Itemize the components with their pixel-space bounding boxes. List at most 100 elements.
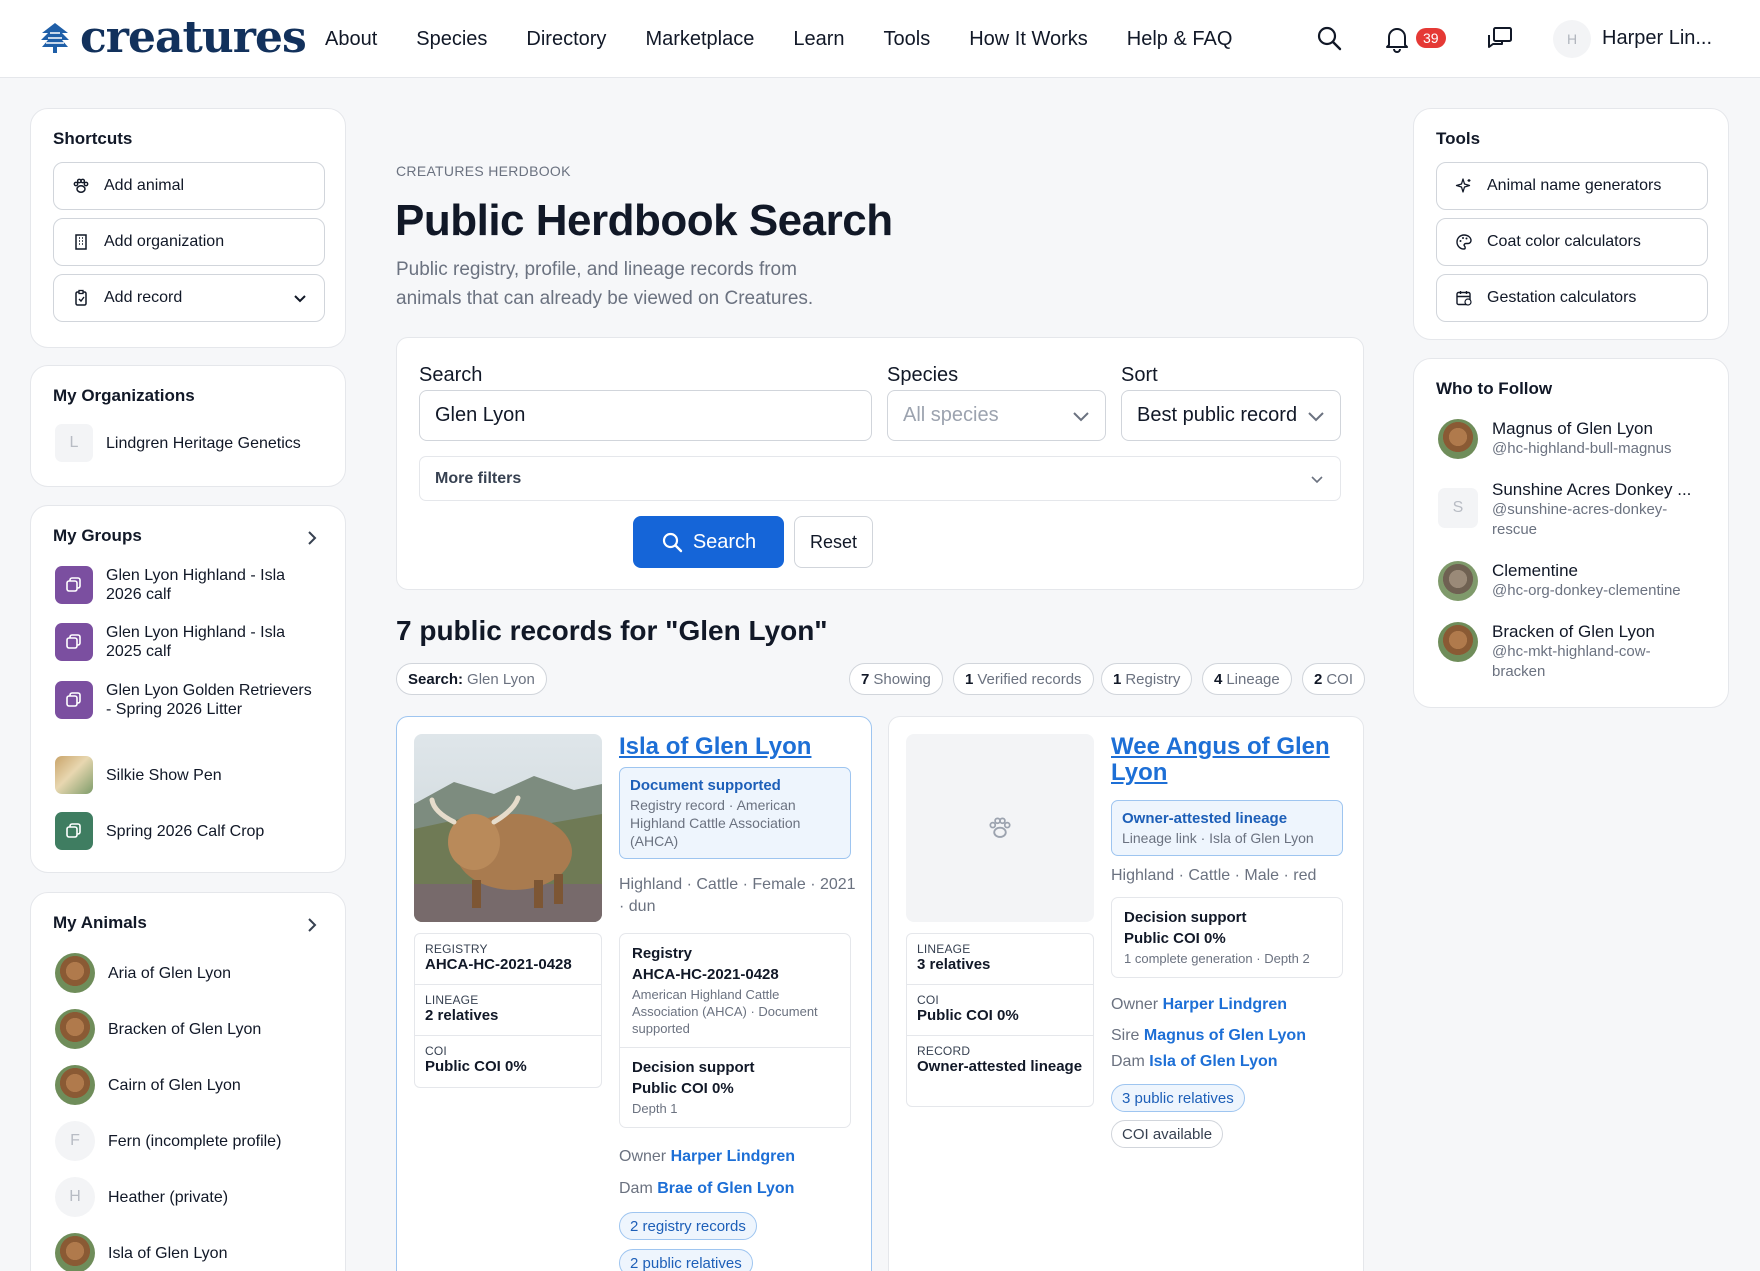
results-heading: 7 public records for "Glen Lyon" bbox=[396, 615, 828, 646]
registry-heading: Registry bbox=[632, 945, 693, 962]
kv-label: COI bbox=[917, 993, 939, 1007]
chevron-right-icon[interactable] bbox=[305, 917, 319, 933]
add-record-button[interactable]: Add record bbox=[53, 274, 325, 322]
record-title-link[interactable]: Wee Angus of Glen Lyon bbox=[1111, 734, 1351, 786]
nav-species[interactable]: Species bbox=[416, 28, 487, 51]
query-chip-label: Search: bbox=[408, 670, 464, 688]
animal-item[interactable]: Cairn of Glen Lyon bbox=[55, 1065, 318, 1105]
animal-item[interactable]: Isla of Glen Lyon bbox=[55, 1233, 318, 1271]
animal-item[interactable]: F Fern (incomplete profile) bbox=[55, 1121, 318, 1161]
kv-value: Owner-attested lineage bbox=[917, 1058, 1083, 1075]
animal-photo[interactable] bbox=[414, 734, 602, 922]
decision-value: Public COI 0% bbox=[1124, 930, 1226, 947]
reset-button[interactable]: Reset bbox=[794, 516, 873, 568]
brand-name: creatures bbox=[80, 12, 307, 63]
kv-value: Public COI 0% bbox=[425, 1058, 527, 1075]
groups-card: My Groups Glen Lyon Highland - Isla 2026… bbox=[30, 505, 346, 873]
creatures-logo-icon bbox=[41, 23, 69, 53]
nav-directory[interactable]: Directory bbox=[526, 28, 606, 51]
follow-avatar bbox=[1438, 419, 1478, 459]
kv-lineage: LINEAGE 3 relatives bbox=[907, 934, 1093, 985]
search-icon[interactable] bbox=[1316, 25, 1342, 51]
chevron-down-icon bbox=[1308, 412, 1324, 422]
animal-avatar bbox=[55, 953, 95, 993]
add-organization-button[interactable]: Add organization bbox=[53, 218, 325, 266]
registry-records-pill[interactable]: 2 registry records bbox=[619, 1212, 757, 1240]
follow-item[interactable]: Clementine @hc-org-donkey-clementine bbox=[1438, 561, 1692, 601]
follow-item[interactable]: Magnus of Glen Lyon @hc-highland-bull-ma… bbox=[1438, 419, 1692, 459]
user-name[interactable]: Harper Lin... bbox=[1602, 27, 1712, 50]
nav-how-it-works[interactable]: How It Works bbox=[969, 28, 1088, 51]
sire-link[interactable]: Magnus of Glen Lyon bbox=[1144, 1027, 1306, 1044]
brand-logo[interactable]: creatures bbox=[38, 12, 307, 63]
group-copy-icon bbox=[55, 681, 93, 719]
gestation-calculators-button[interactable]: Gestation calculators bbox=[1436, 274, 1708, 322]
sire-line: Sire Magnus of Glen Lyon bbox=[1111, 1027, 1306, 1045]
badge-title: Document supported bbox=[630, 777, 781, 794]
species-select[interactable]: All species bbox=[887, 390, 1106, 441]
group-item[interactable]: Glen Lyon Golden Retrievers - Spring 202… bbox=[55, 681, 316, 719]
nav-about[interactable]: About bbox=[325, 28, 377, 51]
follow-item[interactable]: Bracken of Glen Lyon @hc-mkt-highland-co… bbox=[1438, 622, 1692, 682]
nav-tools[interactable]: Tools bbox=[884, 28, 931, 51]
record-title-link[interactable]: Isla of Glen Lyon bbox=[619, 734, 859, 760]
dam-link[interactable]: Brae of Glen Lyon bbox=[657, 1180, 794, 1197]
user-avatar[interactable]: H bbox=[1553, 20, 1591, 58]
bell-icon[interactable] bbox=[1384, 25, 1410, 53]
group-item[interactable]: Glen Lyon Highland - Isla 2026 calf bbox=[55, 566, 316, 604]
search-button[interactable]: Search bbox=[633, 516, 784, 568]
follow-name: Magnus of Glen Lyon bbox=[1492, 419, 1653, 438]
messages-icon[interactable] bbox=[1486, 25, 1514, 53]
animal-name: Bracken of Glen Lyon bbox=[108, 1020, 262, 1038]
follow-item[interactable]: S Sunshine Acres Donkey ... @sunshine-ac… bbox=[1438, 480, 1692, 540]
follow-handle: @sunshine-acres-donkey-rescue bbox=[1492, 501, 1668, 538]
animal-item[interactable]: Bracken of Glen Lyon bbox=[55, 1009, 318, 1049]
follow-avatar bbox=[1438, 622, 1478, 662]
group-copy-icon bbox=[55, 566, 93, 604]
animal-name-generators-button[interactable]: Animal name generators bbox=[1436, 162, 1708, 210]
animals-card: My Animals Aria of Glen Lyon Bracken of … bbox=[30, 892, 346, 1271]
animal-item[interactable]: H Heather (private) bbox=[55, 1177, 318, 1217]
group-copy-icon bbox=[55, 812, 93, 850]
group-item[interactable]: Glen Lyon Highland - Isla 2025 calf bbox=[55, 623, 316, 661]
highland-cow-photo bbox=[414, 734, 602, 922]
nav-help-faq[interactable]: Help & FAQ bbox=[1127, 28, 1233, 51]
animal-avatar bbox=[55, 1009, 95, 1049]
public-relatives-pill[interactable]: 3 public relatives bbox=[1111, 1084, 1245, 1112]
add-record-label: Add record bbox=[104, 289, 183, 306]
sort-select[interactable]: Best public record bbox=[1121, 390, 1341, 441]
group-item[interactable]: Spring 2026 Calf Crop bbox=[55, 812, 316, 850]
page-eyebrow: CREATURES HERDBOOK bbox=[396, 163, 571, 179]
animal-photo-placeholder[interactable] bbox=[906, 734, 1094, 922]
kv-value: AHCA-HC-2021-0428 bbox=[425, 956, 572, 973]
decision-heading: Decision support bbox=[1124, 909, 1247, 926]
coat-color-calculators-button[interactable]: Coat color calculators bbox=[1436, 218, 1708, 266]
tool-label: Animal name generators bbox=[1487, 177, 1662, 194]
main-nav-links: About Species Directory Marketplace Lear… bbox=[325, 0, 1232, 78]
sire-label: Sire bbox=[1111, 1027, 1140, 1044]
owner-link[interactable]: Harper Lindgren bbox=[1163, 996, 1287, 1013]
search-input[interactable]: Glen Lyon bbox=[419, 390, 872, 441]
chevron-down-icon bbox=[1073, 412, 1089, 422]
stat-chip-verified: 1 Verified records bbox=[953, 663, 1094, 695]
public-relatives-pill[interactable]: 2 public relatives bbox=[619, 1249, 753, 1271]
more-filters-toggle[interactable]: More filters bbox=[419, 456, 1341, 501]
animal-item[interactable]: Aria of Glen Lyon bbox=[55, 953, 318, 993]
more-filters-label: More filters bbox=[435, 469, 522, 487]
nav-marketplace[interactable]: Marketplace bbox=[645, 28, 754, 51]
owner-link[interactable]: Harper Lindgren bbox=[671, 1148, 795, 1165]
silkie-photo-icon bbox=[55, 756, 93, 794]
stat-count: 7 bbox=[861, 670, 870, 688]
organization-item[interactable]: L Lindgren Heritage Genetics bbox=[55, 424, 316, 462]
add-animal-button[interactable]: Add animal bbox=[53, 162, 325, 210]
nav-learn[interactable]: Learn bbox=[793, 28, 844, 51]
record-detail-box: Decision support Public COI 0% 1 complet… bbox=[1111, 897, 1343, 978]
kv-label: RECORD bbox=[917, 1044, 971, 1058]
stat-label: Registry bbox=[1125, 670, 1181, 688]
registry-number: AHCA-HC-2021-0428 bbox=[632, 966, 779, 983]
organization-avatar: L bbox=[55, 424, 93, 462]
group-name: Glen Lyon Highland - Isla 2026 calf bbox=[106, 567, 286, 603]
group-item[interactable]: Silkie Show Pen bbox=[55, 756, 316, 794]
chevron-right-icon[interactable] bbox=[305, 530, 319, 546]
dam-link[interactable]: Isla of Glen Lyon bbox=[1149, 1053, 1277, 1070]
